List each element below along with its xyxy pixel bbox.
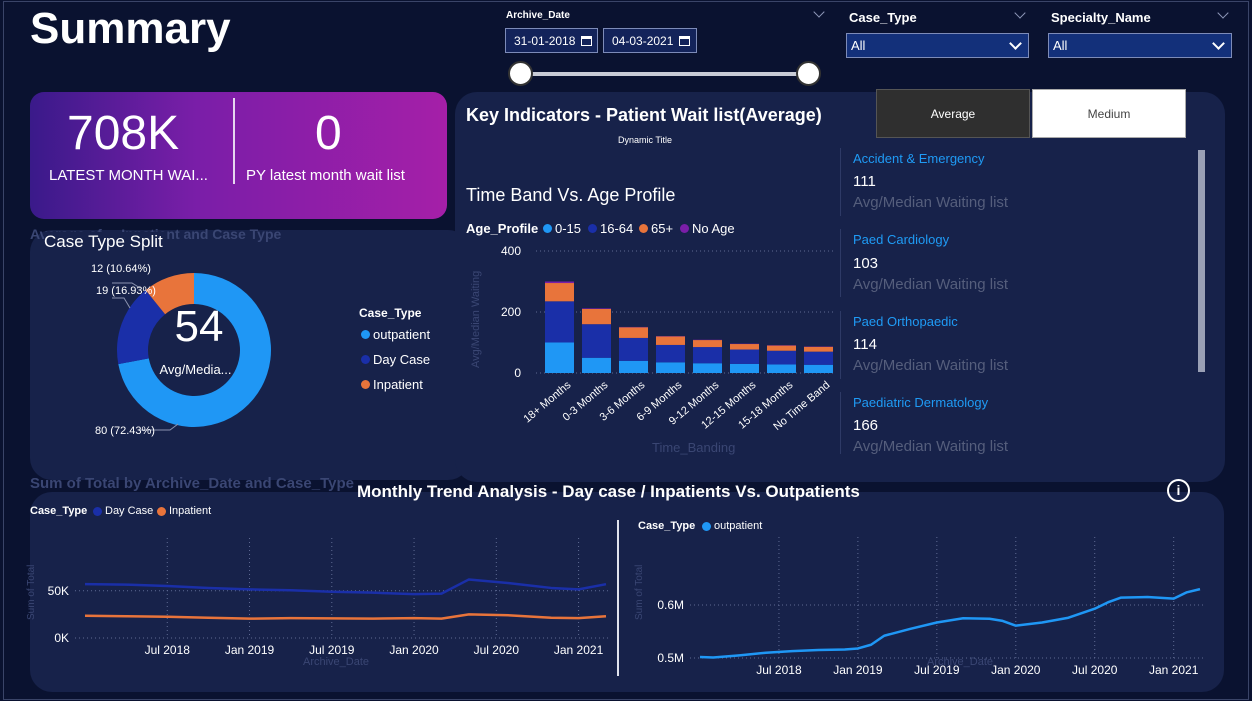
y-tick-label: 50K xyxy=(48,584,69,598)
series-line-day-case[interactable] xyxy=(84,578,607,596)
trend-left-group: Jul 2018 Jan 2019 Jul 2019 Jan 2020 Jul 2020… xyxy=(48,538,611,657)
trend-charts: Jul 2018 Jan 2019 Jul 2019 Jan 2020 Jul 2020… xyxy=(48,537,1205,677)
y-tick-label: 0K xyxy=(54,631,69,645)
y-tick-label: 0.5M xyxy=(657,651,684,665)
series-line-outpatient[interactable] xyxy=(699,587,1201,659)
x-tick-label: Jul 2018 xyxy=(145,643,191,657)
x-tick-label: Jul 2020 xyxy=(1072,663,1118,677)
x-tick-label: Jul 2019 xyxy=(914,663,960,677)
x-tick-label: Jan 2021 xyxy=(1149,663,1199,677)
x-tick-label: Jan 2020 xyxy=(389,643,439,657)
x-tick-label: Jan 2021 xyxy=(554,643,604,657)
x-tick-label: Jan 2019 xyxy=(225,643,275,657)
x-tick-label: Jul 2018 xyxy=(756,663,802,677)
series-line-inpatient[interactable] xyxy=(84,613,607,620)
x-tick-label: Jan 2019 xyxy=(833,663,883,677)
x-tick-label: Jan 2020 xyxy=(991,663,1041,677)
x-tick-label: Jul 2020 xyxy=(474,643,520,657)
x-tick-label: Jul 2019 xyxy=(309,643,355,657)
y-tick-label: 0.6M xyxy=(657,598,684,612)
trend-right-group: Jul 2018 Jan 2019 Jul 2019 Jan 2020 Jul 2020… xyxy=(657,537,1205,677)
